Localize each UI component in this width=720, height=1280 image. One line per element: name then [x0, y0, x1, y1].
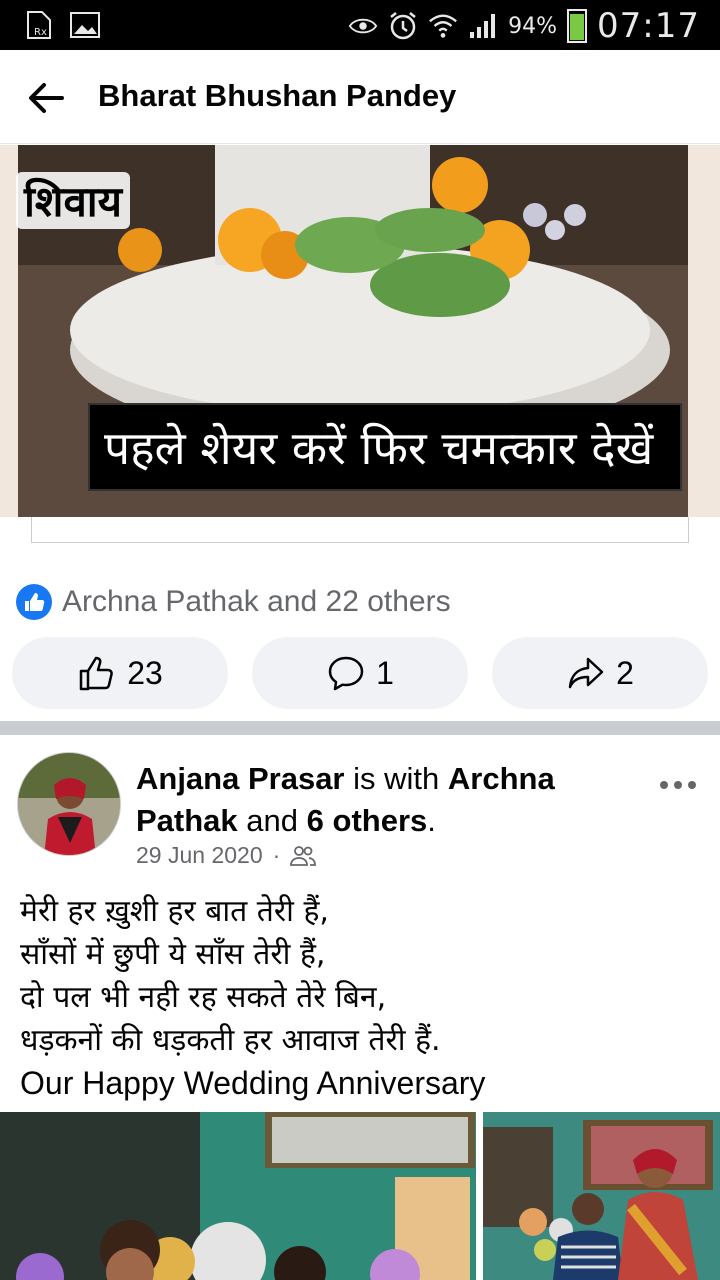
and-word: and [246, 803, 299, 838]
thumbs-up-icon [79, 656, 114, 691]
wifi-icon [428, 11, 458, 41]
image-banner-text: पहले शेयर करें फिर चमत्कार देखें [88, 403, 682, 491]
like-button[interactable]: 23 [12, 637, 228, 709]
post-divider [0, 721, 720, 735]
like-count: 23 [127, 654, 163, 691]
back-arrow-icon [29, 83, 64, 113]
with-word: is with [353, 761, 440, 796]
profile-photo [18, 753, 120, 855]
more-dot-icon [688, 781, 696, 789]
comment-count: 1 [376, 654, 394, 691]
share-icon [568, 657, 604, 689]
couple-photo [483, 1112, 720, 1280]
post-photo-left[interactable] [0, 1112, 476, 1280]
post-line: साँसों में छुपी ये साँस तेरी हैं, [20, 937, 326, 972]
eye-icon [348, 11, 378, 41]
post-author-line: Anjana Prasar is with Archna Pathak and … [136, 761, 555, 838]
reactions-summary[interactable]: Archna Pathak and 22 others [16, 584, 451, 620]
image-overlay-text: शिवाय [16, 172, 131, 229]
share-count: 2 [616, 654, 634, 691]
link-preview-box[interactable] [31, 517, 689, 543]
signal-icon [468, 11, 498, 41]
clock: 07:17 [597, 6, 700, 46]
battery-icon [567, 9, 588, 43]
avatar[interactable] [17, 752, 121, 856]
image-notification-icon [70, 10, 100, 40]
post-line: मेरी हर ख़ुशी हर बात तेरी हैं, [20, 894, 329, 929]
meta-separator: · [272, 842, 281, 868]
share-button[interactable]: 2 [492, 637, 708, 709]
page-title: Bharat Bhushan Pandey [98, 78, 457, 113]
more-dot-icon [660, 781, 668, 789]
post-body: मेरी हर ख़ुशी हर बात तेरी हैं, साँसों मे… [20, 890, 700, 1105]
like-reaction-icon [16, 584, 52, 620]
friends-audience-icon [290, 845, 317, 866]
post-actions: 23 1 2 [12, 637, 708, 709]
battery-percent: 94% [508, 13, 558, 39]
more-dot-icon [674, 781, 682, 789]
svg-text:Rx: Rx [34, 27, 47, 38]
post-meta: 29 Jun 2020 · [136, 842, 317, 869]
status-bar: Rx 94% 07:17 [0, 0, 720, 50]
alarm-icon [388, 11, 418, 41]
post-line: दो पल भी नही रह सकते तेरे बिन, [20, 980, 387, 1015]
comment-icon [328, 656, 364, 691]
celebration-photo [0, 1112, 476, 1280]
author-name[interactable]: Anjana Prasar [136, 761, 345, 796]
post-line: धड़कनों की धड़कती हर आवाज तेरी हैं. [20, 1023, 441, 1058]
post-date[interactable]: 29 Jun 2020 [136, 842, 263, 869]
more-options-button[interactable] [656, 770, 700, 800]
reactions-text: Archna Pathak and 22 others [62, 585, 451, 618]
back-button[interactable] [22, 74, 70, 122]
app-header: Bharat Bhushan Pandey [0, 50, 720, 144]
post-line: Our Happy Wedding Anniversary [20, 1065, 486, 1101]
tagged-others[interactable]: 6 others [307, 803, 428, 838]
post-photo-right[interactable] [483, 1112, 720, 1280]
document-notification-icon: Rx [24, 10, 54, 40]
comment-button[interactable]: 1 [252, 637, 468, 709]
